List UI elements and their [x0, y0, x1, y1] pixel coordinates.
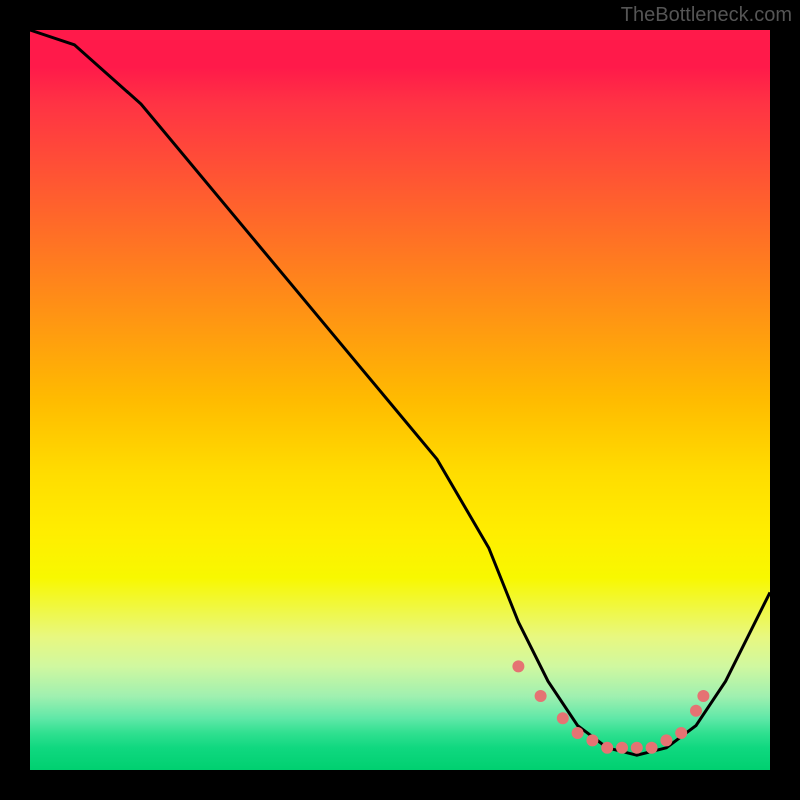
- marker-dot: [675, 727, 687, 739]
- marker-dot: [631, 742, 643, 754]
- marker-dot: [557, 712, 569, 724]
- marker-dot: [601, 742, 613, 754]
- marker-dot: [535, 690, 547, 702]
- marker-dot: [616, 742, 628, 754]
- watermark-text: TheBottleneck.com: [621, 4, 792, 27]
- marker-dot: [646, 742, 658, 754]
- marker-dot: [586, 734, 598, 746]
- gradient-plot-area: [30, 30, 770, 770]
- marker-dot: [690, 705, 702, 717]
- data-markers: [512, 660, 709, 753]
- marker-dot: [697, 690, 709, 702]
- chart-svg: [30, 30, 770, 770]
- marker-dot: [572, 727, 584, 739]
- curve-line: [30, 30, 770, 755]
- marker-dot: [512, 660, 524, 672]
- marker-dot: [660, 734, 672, 746]
- bottleneck-curve: [30, 30, 770, 755]
